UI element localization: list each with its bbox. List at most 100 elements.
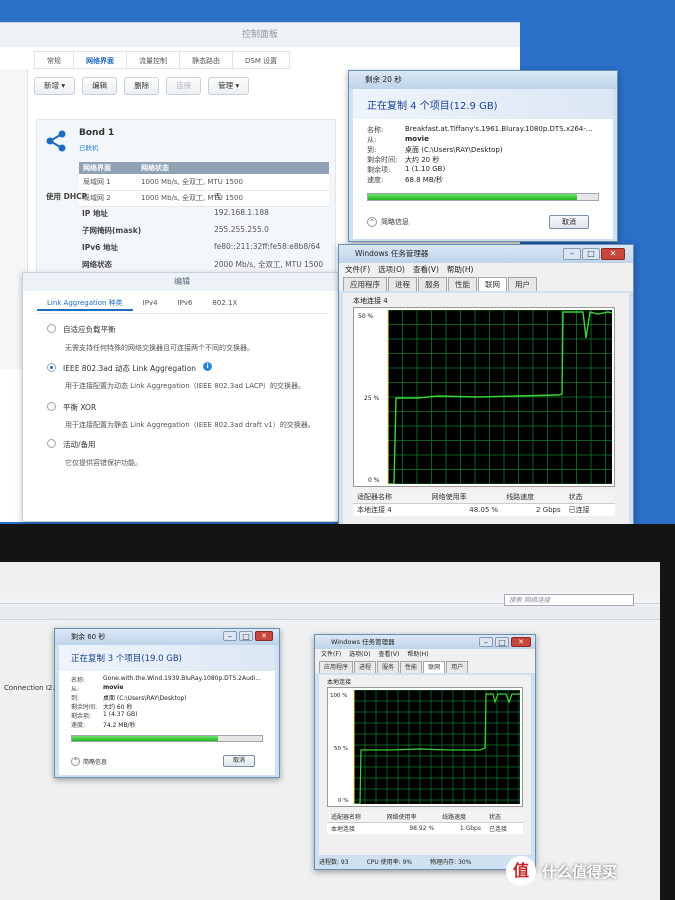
row-value: 1 (4.37 GB)	[103, 711, 138, 718]
edit-button[interactable]: 编辑	[82, 77, 118, 95]
tab-general[interactable]: 常规	[34, 51, 74, 69]
tab-users[interactable]: 用户	[508, 277, 537, 291]
tab-applications[interactable]: 应用程序	[343, 277, 387, 291]
radio-active-backup[interactable]	[47, 439, 56, 448]
row-value: 桌面 (C:\Users\RAY\Desktop)	[405, 146, 503, 154]
tab-services[interactable]: 服务	[418, 277, 447, 291]
menu-file[interactable]: 文件(F)	[321, 649, 341, 661]
tab-network-interface[interactable]: 网络界面	[74, 51, 127, 69]
field-value-ip: 192.168.1.188	[214, 208, 269, 217]
menu-help[interactable]: 帮助(H)	[447, 263, 474, 277]
row-label: 从:	[71, 686, 80, 693]
row-label: 剩余项:	[71, 713, 92, 720]
status-bar: 进程数: 93 CPU 使用率: 9% 物理内存: 30%	[319, 857, 531, 867]
table-row[interactable]: 局域网 1 1000 Mb/s, 全双工, MTU 1500	[79, 174, 329, 191]
tab-users[interactable]: 用户	[446, 661, 469, 673]
interface-name: 局域网 1	[79, 174, 137, 191]
tab-performance[interactable]: 性能	[400, 661, 423, 673]
minimize-button[interactable]: –	[479, 637, 493, 647]
menu-options[interactable]: 选项(O)	[349, 649, 370, 661]
tab-networking[interactable]: 联网	[478, 277, 507, 291]
adapter-table: 适配器名称 网络使用率 线路速度 状态 本地连接 98.92 % 1 Gbps …	[327, 811, 523, 834]
interface-table: 网络界面 网络状态 局域网 1 1000 Mb/s, 全双工, MTU 1500…	[79, 162, 329, 207]
tab-static-route[interactable]: 静态路由	[180, 51, 233, 69]
edit-dialog: 编辑 Link Aggregation 种类 IPv4 IPv6 802.1X …	[22, 272, 341, 522]
connect-button[interactable]: 连接	[166, 77, 202, 95]
col-header: 线路速度	[438, 811, 485, 823]
cell: 本地连接 4	[357, 506, 392, 514]
cell: 已连接	[488, 826, 507, 833]
row-value: 1 (1.10 GB)	[405, 165, 446, 173]
menu-view[interactable]: 查看(V)	[379, 649, 400, 661]
tab-ipv6[interactable]: IPv6	[168, 295, 203, 311]
option-label: IEEE 802.3ad 动态 Link Aggregation	[63, 364, 197, 373]
details-toggle[interactable]: ⌃ 简略信息	[71, 757, 107, 766]
divider	[37, 313, 327, 314]
tab-dsm-settings[interactable]: DSM 设置	[233, 51, 291, 69]
progress-fill	[368, 194, 578, 200]
table-row[interactable]: 局域网 2 1000 Mb/s, 全双工, MTU 1500	[79, 190, 329, 207]
tab-services[interactable]: 服务	[377, 661, 400, 673]
close-button[interactable]: ✕	[255, 631, 273, 641]
y-label-mid: 25 %	[364, 395, 380, 402]
tab-traffic-control[interactable]: 流量控制	[127, 51, 180, 69]
menu-view[interactable]: 查看(V)	[413, 263, 439, 277]
option-label: 活动/备用	[63, 440, 96, 449]
cancel-button[interactable]: 取消	[549, 215, 589, 229]
cancel-button[interactable]: 取消	[223, 755, 256, 767]
details-label: 简略信息	[381, 218, 409, 226]
menu-options[interactable]: 选项(O)	[378, 263, 405, 277]
radio-adaptive-load-balancing[interactable]	[47, 324, 56, 333]
row-value: movie	[405, 135, 429, 143]
cell: 48.05 %	[469, 506, 499, 514]
progress-bar	[71, 735, 263, 742]
task-manager-window: Windows 任务管理器 – □ ✕ 文件(F) 选项(O) 查看(V) 帮助…	[338, 244, 634, 532]
tab-performance[interactable]: 性能	[448, 277, 477, 291]
manage-button[interactable]: 管理 ▾	[208, 77, 250, 95]
watermark: 值 什么值得买	[506, 856, 617, 886]
row-value: 大约 20 秒	[405, 156, 440, 164]
y-label-top: 100 %	[330, 693, 347, 699]
tab-link-aggregation[interactable]: Link Aggregation 种类	[37, 295, 133, 311]
copy-heading: 正在复制 3 个项目(19.0 GB)	[71, 654, 182, 664]
tab-applications[interactable]: 应用程序	[319, 661, 354, 673]
create-button[interactable]: 新增 ▾	[34, 77, 76, 95]
col-header-status: 网络状态	[137, 162, 329, 174]
bond-name: Bond 1	[79, 128, 115, 138]
tab-ipv4[interactable]: IPv4	[133, 295, 168, 311]
connection-label[interactable]: Connection I2...	[4, 684, 59, 692]
radio-ieee-8023ad-dynamic[interactable]	[47, 363, 56, 372]
row-value: Breakfast.at.Tiffany's.1961.Bluray.1080p…	[405, 125, 593, 133]
maximize-button[interactable]: □	[239, 631, 253, 641]
menu-help[interactable]: 帮助(H)	[407, 649, 428, 661]
y-label-top: 50 %	[358, 313, 374, 320]
tab-8021x[interactable]: 802.1X	[202, 295, 247, 311]
maximize-button[interactable]: □	[582, 248, 600, 260]
close-button[interactable]: ✕	[601, 248, 625, 260]
table-row[interactable]: 本地连接 98.92 % 1 Gbps 已连接	[327, 823, 523, 835]
details-toggle[interactable]: ⌃ 简略信息	[367, 217, 409, 227]
graph-frame: 50 % 25 % 0 %	[353, 307, 615, 487]
delete-button[interactable]: 删除	[124, 77, 160, 95]
close-button[interactable]: ✕	[511, 637, 531, 647]
status-memory: 物理内存: 30%	[430, 859, 472, 866]
radio-balance-xor[interactable]	[47, 402, 56, 411]
cell: 98.92 %	[409, 825, 435, 832]
watermark-text: 什么值得买	[542, 862, 618, 881]
explorer-toolbar	[0, 606, 660, 620]
cell: 已连接	[568, 506, 590, 514]
tab-processes[interactable]: 进程	[388, 277, 417, 291]
maximize-button[interactable]: □	[495, 637, 509, 647]
tab-networking[interactable]: 联网	[423, 661, 446, 673]
table-row[interactable]: 本地连接 4 48.05 % 2 Gbps 已连接	[353, 504, 615, 517]
minimize-button[interactable]: –	[223, 631, 237, 641]
field-label-net-status: 网络状态	[82, 260, 112, 269]
info-icon[interactable]: i	[203, 362, 212, 371]
search-input[interactable]: 搜索 网络连接	[504, 594, 634, 606]
minimize-button[interactable]: –	[563, 248, 581, 260]
cell: 2 Gbps	[536, 506, 561, 514]
tab-processes[interactable]: 进程	[354, 661, 377, 673]
details-label: 简略信息	[83, 759, 108, 766]
menu-file[interactable]: 文件(F)	[345, 263, 370, 277]
y-label-bottom: 0 %	[368, 477, 380, 484]
